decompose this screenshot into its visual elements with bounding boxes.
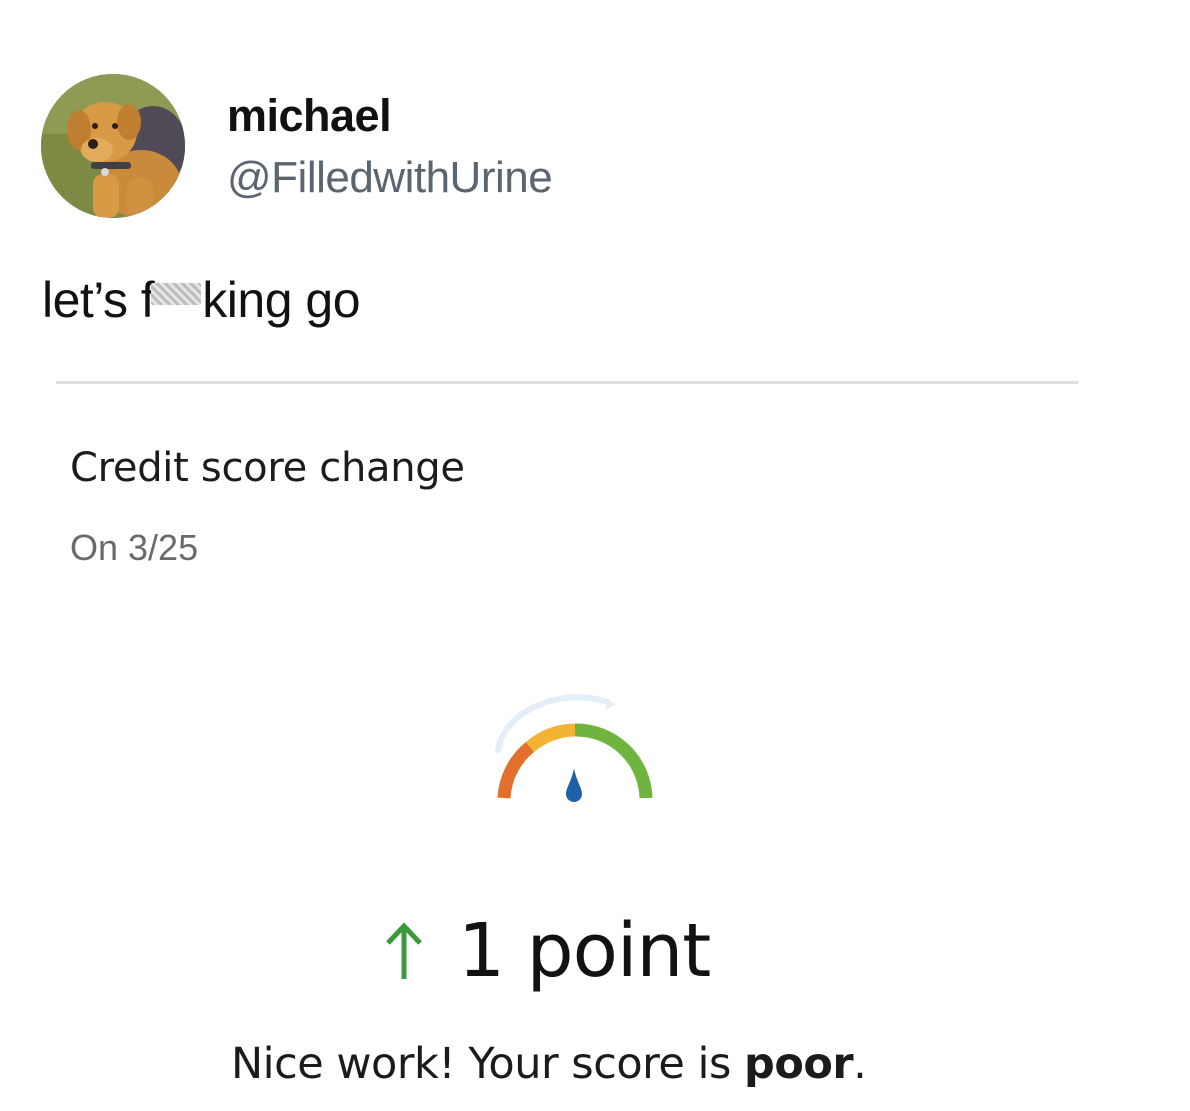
tweet-text-start: let’s f — [42, 272, 155, 328]
tweet-author: michael @FilledwithUrine — [227, 90, 553, 204]
tweet-screenshot: michael @FilledwithUrine let’s f king go … — [0, 0, 1190, 1111]
score-message-end: . — [853, 1039, 867, 1089]
author-display-name[interactable]: michael — [227, 90, 552, 142]
score-change-value: 1 point — [458, 908, 711, 994]
stuffed-dog-avatar-icon — [41, 74, 185, 218]
score-message: Nice work! Your score is poor. — [231, 1034, 867, 1094]
avatar[interactable] — [41, 74, 185, 218]
card-title: Credit score change — [70, 445, 465, 491]
author-handle[interactable]: @FilledwithUrine — [227, 152, 553, 204]
score-message-text: Nice work! Your score is — [231, 1039, 745, 1089]
arrow-up-icon — [386, 922, 422, 979]
credit-gauge-icon — [478, 690, 668, 820]
score-change: 1 point — [380, 906, 711, 996]
tweet-text-end: king go — [202, 272, 361, 328]
censor-blur — [151, 283, 202, 305]
tweet-text: let’s f king go — [42, 268, 361, 332]
divider — [56, 381, 1078, 384]
score-rating: poor — [744, 1039, 854, 1089]
card-date: On 3/25 — [70, 527, 199, 568]
